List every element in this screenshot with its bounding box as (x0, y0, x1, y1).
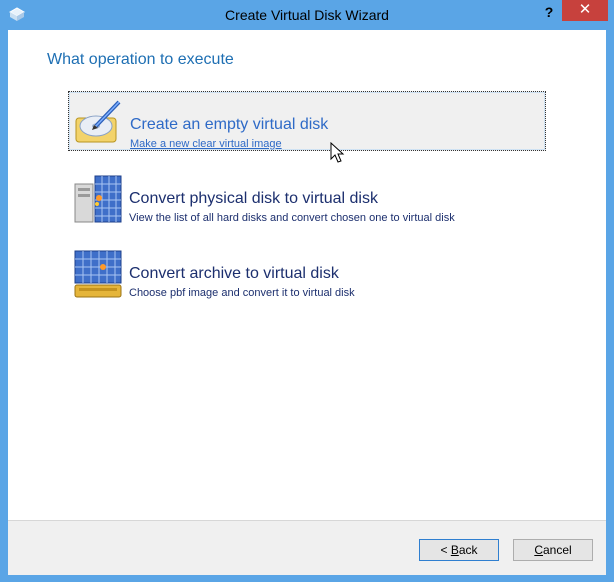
option-convert-archive[interactable]: Convert archive to virtual disk Choose p… (68, 243, 546, 303)
title-bar[interactable]: Create Virtual Disk Wizard ? ✕ (0, 0, 614, 30)
option-title: Convert archive to virtual disk (129, 265, 339, 282)
computer-grid-icon (74, 175, 122, 223)
back-button[interactable]: < Back (419, 539, 499, 561)
option-subtitle: Make a new clear virtual image (130, 138, 282, 150)
option-create-empty-disk[interactable]: Create an empty virtual disk Make a new … (68, 91, 546, 151)
page-heading: What operation to execute (47, 51, 234, 68)
cancel-accelerator: C (534, 543, 543, 557)
close-button[interactable]: ✕ (562, 0, 608, 21)
wizard-window: Create Virtual Disk Wizard ? ✕ What oper… (0, 0, 614, 582)
back-prefix: < (440, 543, 451, 557)
mouse-pointer-icon (330, 142, 345, 163)
disk-pencil-icon (75, 100, 121, 143)
wizard-footer: < Back Cancel (8, 520, 606, 575)
wizard-content: What operation to execute Create an empt… (8, 30, 606, 575)
back-accelerator: B (450, 543, 459, 557)
option-title: Convert physical disk to virtual disk (129, 190, 378, 207)
option-title: Create an empty virtual disk (130, 116, 329, 133)
option-subtitle: View the list of all hard disks and conv… (129, 212, 455, 224)
option-convert-physical-disk[interactable]: Convert physical disk to virtual disk Vi… (68, 168, 546, 228)
window-title: Create Virtual Disk Wizard (225, 7, 389, 23)
help-button[interactable]: ? (536, 2, 562, 24)
cancel-label-rest: ancel (542, 543, 572, 557)
option-subtitle: Choose pbf image and convert it to virtu… (129, 287, 355, 299)
back-label-rest: ack (458, 543, 478, 557)
archive-grid-icon (74, 250, 122, 298)
cancel-button[interactable]: Cancel (513, 539, 593, 561)
